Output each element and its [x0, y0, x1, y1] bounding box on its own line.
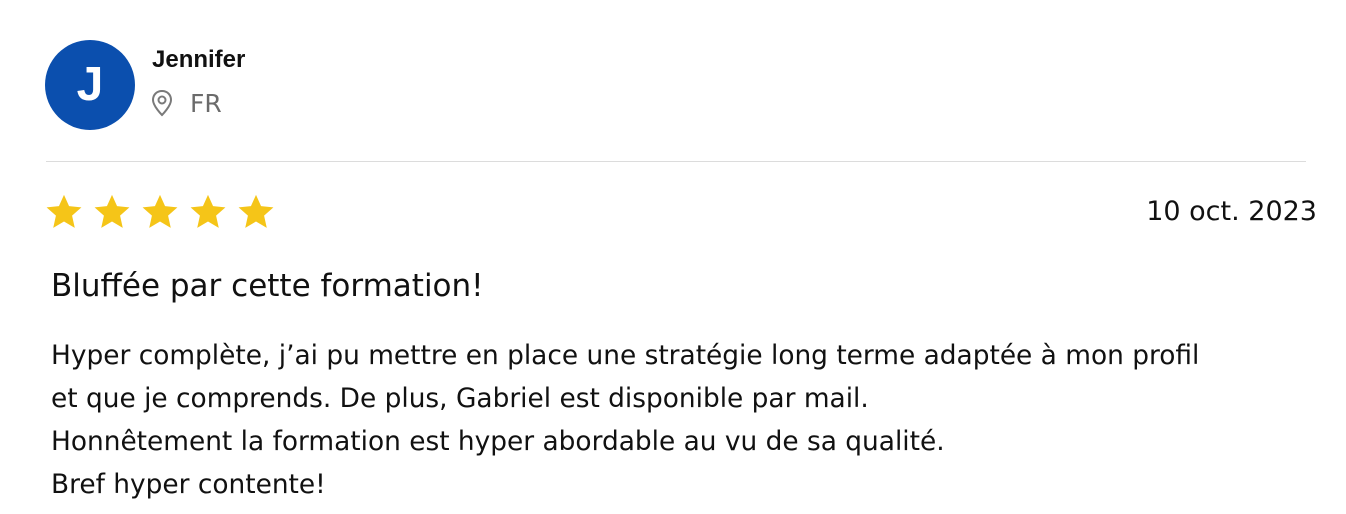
star-rating — [45, 193, 285, 231]
reviewer-location: FR — [150, 86, 222, 120]
reviewer-name: Jennifer — [152, 46, 246, 73]
review-body-line: et que je comprends. De plus, Gabriel es… — [51, 383, 869, 414]
star-icon — [238, 194, 274, 228]
star-icon — [46, 194, 82, 228]
reviewer-country: FR — [190, 88, 222, 118]
review-body-line: Bref hyper contente! — [51, 469, 326, 500]
location-pin-icon — [150, 89, 174, 117]
avatar: J — [45, 40, 135, 130]
star-icon — [142, 194, 178, 228]
review-date: 10 oct. 2023 — [1146, 196, 1317, 227]
divider — [46, 161, 1306, 162]
review-body-line: Hyper complète, j’ai pu mettre en place … — [51, 340, 1200, 371]
avatar-initial: J — [76, 58, 104, 111]
star-icon — [94, 194, 130, 228]
star-icon — [190, 194, 226, 228]
review-body: Hyper complète, j’ai pu mettre en place … — [51, 334, 1341, 506]
review-title: Bluffée par cette formation! — [51, 268, 484, 304]
review-body-line: Honnêtement la formation est hyper abord… — [51, 426, 945, 457]
